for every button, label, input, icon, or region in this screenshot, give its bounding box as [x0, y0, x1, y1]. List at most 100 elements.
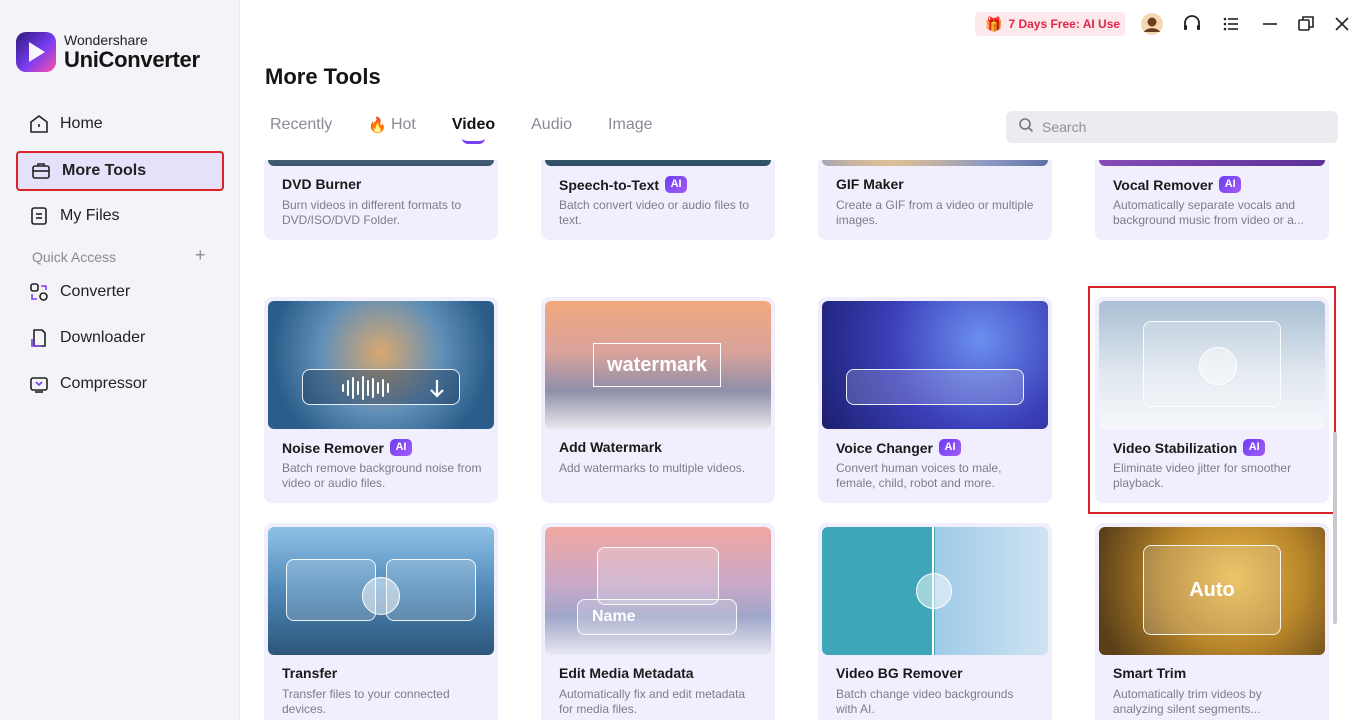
dvd-burner-thumbnail	[268, 160, 494, 166]
sidebar-item-converter[interactable]: Converter	[16, 272, 224, 312]
tool-name: Smart Trim	[1113, 665, 1187, 681]
tab-recently[interactable]: Recently	[270, 116, 332, 134]
transfer-thumbnail	[268, 527, 494, 655]
swap-icon	[362, 577, 400, 615]
sidebar-item-label: Home	[60, 115, 103, 132]
file-icon	[28, 205, 50, 227]
tool-description: Batch change video backgrounds with AI.	[836, 687, 1014, 716]
sidebar-item-label: Converter	[60, 283, 131, 300]
waveform-icon	[342, 376, 444, 400]
speech-to-text-thumbnail	[545, 160, 771, 166]
tab-image[interactable]: Image	[608, 116, 652, 134]
tool-name: Speech-to-Text AI	[559, 176, 688, 193]
tool-card-speech-to-text[interactable]: Speech-to-Text AI Batch convert video or …	[541, 160, 775, 240]
gift-icon: 🎁	[985, 15, 1003, 32]
vocal-remover-thumbnail	[1099, 160, 1325, 166]
tool-name: DVD Burner	[282, 176, 362, 192]
tool-description: Automatically trim videos by analyzing s…	[1113, 687, 1262, 716]
tool-card-voice-changer[interactable]: Voice Changer AI Convert human voices to …	[818, 297, 1052, 503]
promo-button[interactable]: 🎁 7 Days Free: AI Use	[975, 12, 1125, 36]
tool-description: Create a GIF from a video or multiple im…	[836, 198, 1034, 227]
compress-icon	[28, 373, 50, 395]
fire-icon: 🔥	[368, 117, 387, 134]
uniconverter-logo-icon	[16, 32, 56, 72]
tool-description: Transfer files to your connected devices…	[282, 687, 450, 716]
scrollbar[interactable]	[1333, 432, 1337, 624]
tool-description: Burn videos in different formats to DVD/…	[282, 198, 462, 227]
auto-label: Auto	[1143, 545, 1281, 635]
tool-card-noise-remover[interactable]: Noise Remover AI Batch remove background …	[264, 297, 498, 503]
tool-card-edit-media-metadata[interactable]: Name Edit Media Metadata Automatically f…	[541, 523, 775, 720]
edit-media-metadata-thumbnail: Name	[545, 527, 771, 655]
name-field-preview: Name	[577, 599, 737, 635]
logo-brand: Wondershare	[64, 31, 148, 48]
ai-badge: AI	[665, 176, 688, 193]
ai-badge: AI	[939, 439, 961, 456]
search-icon	[1018, 117, 1034, 138]
swap-icon	[916, 573, 952, 609]
quick-access-add-button[interactable]: +	[195, 245, 206, 266]
tab-hot[interactable]: 🔥 Hot	[368, 116, 416, 134]
sidebar-item-label: Compressor	[60, 375, 148, 392]
close-icon[interactable]	[1330, 12, 1354, 36]
ai-badge: AI	[1219, 176, 1242, 193]
tab-label: Audio	[531, 116, 573, 133]
sidebar: Wondershare UniConverter Home More Tools…	[0, 0, 240, 720]
tool-card-video-bg-remover[interactable]: Video BG Remover Batch change video back…	[818, 523, 1052, 720]
tool-card-add-watermark[interactable]: watermark Add Watermark Add watermarks t…	[541, 297, 775, 503]
tool-card-transfer[interactable]: Transfer Transfer files to your connecte…	[264, 523, 498, 720]
app-logo: Wondershare UniConverter	[16, 32, 200, 72]
tab-bar: Recently 🔥 Hot Video Audio Image	[270, 116, 689, 144]
tool-card-dvd-burner[interactable]: DVD Burner Burn videos in different form…	[264, 160, 498, 240]
headset-icon[interactable]	[1180, 12, 1204, 36]
quick-access-label: Quick Access	[32, 249, 117, 265]
tool-name: Edit Media Metadata	[559, 665, 694, 681]
converter-icon	[28, 281, 50, 303]
search-input[interactable]	[1042, 119, 1322, 135]
tool-card-gif-maker[interactable]: GIF Maker Create a GIF from a video or m…	[818, 160, 1052, 240]
tool-description: Batch remove background noise from video…	[282, 461, 482, 490]
restore-icon[interactable]	[1294, 12, 1318, 36]
video-bg-remover-thumbnail	[822, 527, 1048, 655]
menu-icon[interactable]	[1219, 12, 1243, 36]
sidebar-item-compressor[interactable]: Compressor	[16, 364, 224, 404]
toolbox-icon	[30, 160, 52, 182]
home-icon	[28, 113, 50, 135]
tool-name: Add Watermark	[559, 439, 662, 455]
sidebar-item-label: Downloader	[60, 329, 146, 346]
tool-description: Add watermarks to multiple videos.	[559, 461, 746, 475]
tool-name: Voice Changer AI	[836, 439, 961, 456]
minimize-icon[interactable]	[1258, 12, 1282, 36]
sidebar-item-more-tools[interactable]: More Tools	[16, 151, 224, 191]
tab-audio[interactable]: Audio	[531, 116, 572, 134]
tool-card-vocal-remover[interactable]: Vocal Remover AI Automatically separate v…	[1095, 160, 1329, 240]
tool-card-smart-trim[interactable]: Auto Smart Trim Automatically trim video…	[1095, 523, 1329, 720]
tool-name: Transfer	[282, 665, 338, 681]
voice-changer-thumbnail	[822, 301, 1048, 429]
tool-name: Video BG Remover	[836, 665, 963, 681]
tab-label: Image	[608, 116, 653, 133]
tool-description: Automatically separate vocals and backgr…	[1113, 198, 1304, 227]
tab-label: Hot	[390, 116, 416, 133]
tab-video[interactable]: Video	[451, 116, 496, 144]
add-watermark-thumbnail: watermark	[545, 301, 771, 429]
selection-highlight	[1088, 286, 1336, 514]
promo-label: 7 Days Free: AI Use	[1008, 17, 1121, 31]
tool-description: Automatically fix and edit metadata for …	[559, 687, 746, 716]
sidebar-item-home[interactable]: Home	[16, 104, 224, 144]
avatar[interactable]	[1140, 12, 1164, 36]
sidebar-item-downloader[interactable]: Downloader	[16, 318, 224, 358]
sidebar-item-my-files[interactable]: My Files	[16, 196, 224, 236]
logo-product: UniConverter	[64, 46, 200, 72]
gif-maker-thumbnail	[822, 160, 1048, 166]
search-box	[1006, 111, 1338, 143]
ai-badge: AI	[389, 439, 412, 456]
tab-label: Recently	[270, 116, 333, 133]
tool-description: Convert human voices to male, female, ch…	[836, 461, 1002, 490]
noise-remover-thumbnail	[268, 301, 494, 429]
sidebar-item-label: My Files	[60, 207, 120, 224]
smart-trim-thumbnail: Auto	[1099, 527, 1325, 655]
tab-label: Video	[451, 116, 496, 133]
watermark-text: watermark	[593, 343, 721, 387]
download-icon	[28, 327, 50, 349]
